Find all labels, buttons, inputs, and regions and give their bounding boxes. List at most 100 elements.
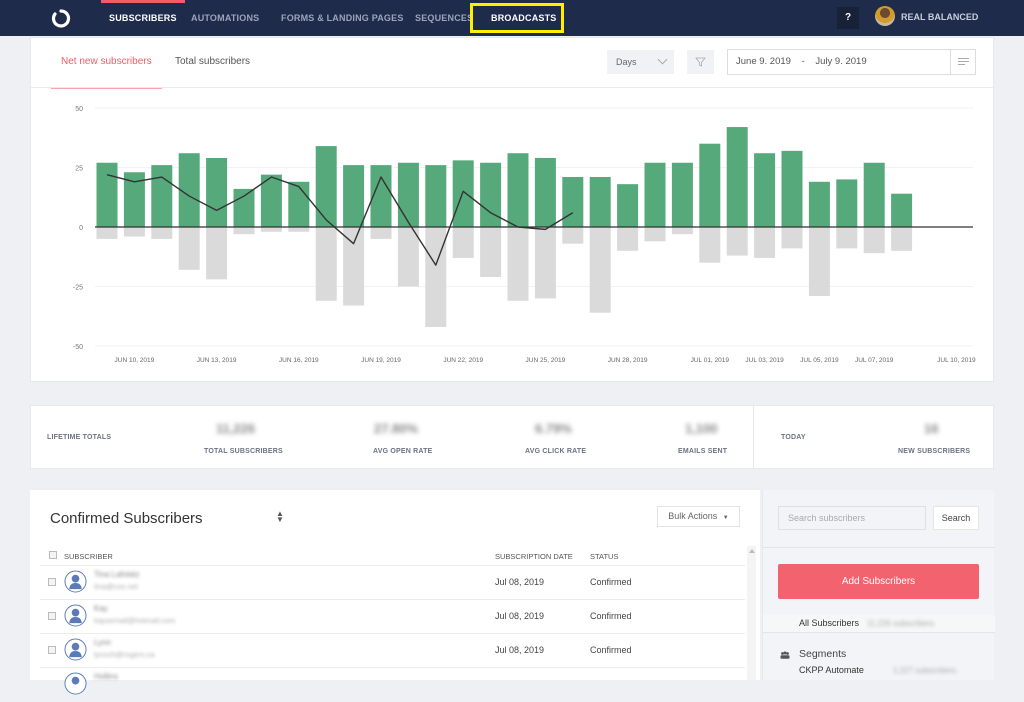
filter-button[interactable] xyxy=(687,50,714,74)
date-range-separator: - xyxy=(801,56,805,67)
unsubscribes-bar xyxy=(891,227,913,251)
unsubscribes-bar xyxy=(425,227,447,327)
date-range-divider xyxy=(950,50,951,74)
new-subscribers-bar xyxy=(726,127,748,227)
unsubscribes-bar xyxy=(507,227,529,301)
new-subscribers-bar xyxy=(343,165,365,227)
column-header-status[interactable]: STATUS xyxy=(590,552,618,561)
lifetime-totals-label: LIFETIME TOTALS xyxy=(47,434,112,441)
top-navigation: SUBSCRIBERS AUTOMATIONS FORMS & LANDING … xyxy=(0,0,1024,36)
new-subscribers-today-value: 16 xyxy=(924,421,939,436)
row-checkbox[interactable] xyxy=(48,578,56,586)
lifetime-totals-card: LIFETIME TOTALS 11,226 TOTAL SUBSCRIBERS… xyxy=(30,405,994,469)
segment-item[interactable]: CKPP Automate 1,227 subscribers xyxy=(799,665,956,675)
nav-subscribers[interactable]: SUBSCRIBERS xyxy=(101,0,185,36)
tab-net-new-subscribers[interactable]: Net new subscribers xyxy=(51,38,162,89)
caret-down-icon: ▼ xyxy=(722,515,729,521)
search-button[interactable]: Search xyxy=(933,506,979,530)
subscriber-name[interactable]: Lynn xyxy=(94,638,111,647)
new-subscribers-bar xyxy=(754,153,776,227)
tab-total-subscribers[interactable]: Total subscribers xyxy=(175,38,250,88)
column-header-subscription-date[interactable]: SUBSCRIPTION DATE xyxy=(495,552,573,561)
subscriber-email: kaysemail@hotmail.com xyxy=(94,616,176,625)
unsubscribes-bar xyxy=(96,227,118,239)
sort-toggle-icon[interactable]: ▲ ▼ xyxy=(276,510,284,524)
unsubscribes-bar xyxy=(343,227,365,306)
row-checkbox[interactable] xyxy=(48,646,56,654)
unsubscribes-bar xyxy=(808,227,830,297)
emails-sent-value: 1,100 xyxy=(685,421,718,436)
user-avatar[interactable] xyxy=(875,6,895,26)
subscriber-status: Confirmed xyxy=(590,611,632,621)
date-range-picker[interactable]: June 9. 2019 - July 9. 2019 xyxy=(727,49,976,75)
nav-forms-landing-pages[interactable]: FORMS & LANDING PAGES xyxy=(281,0,404,36)
new-subscribers-bar xyxy=(671,162,693,227)
column-header-subscriber[interactable]: SUBSCRIBER xyxy=(64,552,113,561)
nav-automations[interactable]: AUTOMATIONS xyxy=(191,0,259,36)
x-tick-label: JUN 28, 2019 xyxy=(608,357,648,364)
x-tick-label: JUN 25, 2019 xyxy=(526,357,566,364)
new-subscribers-bar xyxy=(452,160,474,227)
unsubscribes-bar xyxy=(562,227,584,244)
all-subscribers-label[interactable]: All Subscribers xyxy=(799,618,859,628)
subscriber-row[interactable]: Tina Lafolatz tina@cox.net Jul 08, 2019 … xyxy=(40,566,745,600)
add-subscribers-button[interactable]: Add Subscribers xyxy=(778,564,979,599)
new-subscribers-bar xyxy=(562,177,584,227)
totals-divider xyxy=(753,406,754,468)
avg-click-rate-label: AVG CLICK RATE xyxy=(525,448,587,455)
scroll-up-arrow-icon[interactable] xyxy=(749,549,755,553)
all-subscribers-item[interactable]: All Subscribers 11,226 subscribers xyxy=(763,615,995,632)
date-range-end: July 9. 2019 xyxy=(815,56,867,67)
new-subscribers-bar xyxy=(617,184,639,227)
unsubscribes-bar xyxy=(726,227,748,256)
avg-open-rate-value: 27.80% xyxy=(374,421,419,436)
chevron-down-icon xyxy=(657,54,668,65)
unsubscribes-bar xyxy=(288,227,310,232)
x-tick-label: JUL 05, 2019 xyxy=(800,357,839,364)
x-tick-label: JUN 22, 2019 xyxy=(443,357,483,364)
bulk-actions-label: Bulk Actions xyxy=(668,511,718,521)
all-subscribers-count: 11,226 subscribers xyxy=(867,619,934,628)
subscribers-list-title[interactable]: Confirmed Subscribers xyxy=(50,510,203,527)
user-name[interactable]: REAL BALANCED xyxy=(901,0,978,34)
subscriber-status: Confirmed xyxy=(590,645,632,655)
new-subscribers-bar xyxy=(644,162,666,227)
menu-lines-icon[interactable] xyxy=(958,58,969,66)
subscriber-status: Confirmed xyxy=(590,577,632,587)
subscriber-name[interactable]: Tina Lafolatz xyxy=(94,570,140,579)
user-avatar-icon xyxy=(64,672,87,695)
help-button[interactable]: ? xyxy=(837,7,859,29)
interval-select[interactable]: Days xyxy=(607,50,674,74)
x-tick-label: JUN 10, 2019 xyxy=(115,357,155,364)
subscription-date: Jul 08, 2019 xyxy=(495,611,545,621)
bulk-actions-button[interactable]: Bulk Actions ▼ xyxy=(657,506,740,527)
x-tick-label: JUN 16, 2019 xyxy=(279,357,319,364)
unsubscribes-bar xyxy=(671,227,693,235)
y-tick-label: 0 xyxy=(79,225,83,232)
unsubscribes-bar xyxy=(178,227,200,270)
net-subscribers-chart: 50 25 0 -25 -50 JUN 10, 2019 JUN 13, 2019 JUN 1… xyxy=(73,106,976,364)
unsubscribes-bar xyxy=(151,227,173,239)
nav-sequences[interactable]: SEQUENCES xyxy=(415,0,473,36)
unsubscribes-bar xyxy=(534,227,556,299)
today-label: TODAY xyxy=(781,434,806,441)
segment-item-label[interactable]: CKPP Automate xyxy=(799,665,864,675)
convertkit-logo-icon[interactable] xyxy=(49,7,71,29)
net-subscribers-line xyxy=(106,173,574,266)
search-subscribers-input[interactable] xyxy=(778,506,926,530)
list-scrollbar[interactable] xyxy=(747,546,756,680)
sidebar-divider xyxy=(763,547,995,548)
subscriber-row[interactable]: Lynn lynnch@rogers.ca Jul 08, 2019 Confi… xyxy=(40,634,745,668)
subscriber-email: lynnch@rogers.ca xyxy=(94,650,155,659)
row-checkbox[interactable] xyxy=(48,612,56,620)
unsubscribes-bar xyxy=(206,227,228,280)
subscriber-row[interactable]: Kay kaysemail@hotmail.com Jul 08, 2019 C… xyxy=(40,600,745,634)
new-subscribers-bar xyxy=(96,162,118,227)
select-all-checkbox[interactable] xyxy=(49,551,57,559)
subscriber-name[interactable]: Kay xyxy=(94,604,108,613)
new-subscribers-bar xyxy=(781,150,803,227)
subscription-date: Jul 08, 2019 xyxy=(495,645,545,655)
unsubscribes-bar xyxy=(260,227,282,232)
unsubscribes-bar xyxy=(589,227,611,313)
subscriber-row[interactable]: Hollins xyxy=(40,668,745,702)
